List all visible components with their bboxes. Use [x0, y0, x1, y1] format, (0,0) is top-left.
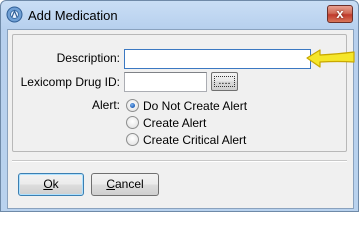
radio-create-critical-alert[interactable]: Create Critical Alert: [126, 132, 246, 148]
radio-label-create-critical-alert: Create Critical Alert: [143, 133, 247, 147]
radio-label-do-not-create-alert: Do Not Create Alert: [143, 99, 248, 113]
title-bar[interactable]: Add Medication x: [1, 1, 358, 29]
ok-button[interactable]: Ok: [18, 173, 84, 196]
radio-button[interactable]: [126, 116, 139, 130]
button-divider: [12, 160, 347, 162]
yellow-arrow-annotation-icon: [306, 49, 355, 68]
alert-label: Alert:: [91, 98, 120, 112]
radio-create-alert[interactable]: Create Alert: [126, 115, 206, 131]
description-input[interactable]: [124, 49, 311, 69]
lookup-button-label: ....: [214, 76, 235, 87]
dialog-body: Description: Lexicomp Drug ID: .... Aler…: [7, 29, 354, 209]
ok-label-rest: k: [52, 177, 59, 191]
radio-label-create-alert: Create Alert: [143, 116, 207, 130]
window-title: Add Medication: [28, 8, 118, 23]
drug-lookup-button[interactable]: ....: [211, 72, 238, 91]
close-button[interactable]: x: [327, 5, 353, 23]
radio-button[interactable]: [126, 133, 139, 147]
cancel-mnemonic: C: [106, 177, 115, 191]
cancel-button[interactable]: Cancel: [91, 173, 159, 196]
dialog-window: Add Medication x Description: Lexicomp D…: [0, 0, 359, 212]
close-icon: x: [336, 6, 344, 21]
drug-id-label: Lexicomp Drug ID:: [20, 75, 120, 89]
medication-groupbox: Description: Lexicomp Drug ID: .... Aler…: [12, 34, 347, 152]
app-icon: [6, 6, 23, 23]
radio-do-not-create-alert[interactable]: Do Not Create Alert: [126, 98, 247, 114]
ok-mnemonic: O: [43, 177, 53, 191]
cancel-label-rest: ancel: [114, 177, 144, 191]
description-label: Description:: [56, 51, 120, 65]
drug-id-input[interactable]: [124, 72, 207, 92]
radio-button-checked[interactable]: [126, 99, 139, 113]
